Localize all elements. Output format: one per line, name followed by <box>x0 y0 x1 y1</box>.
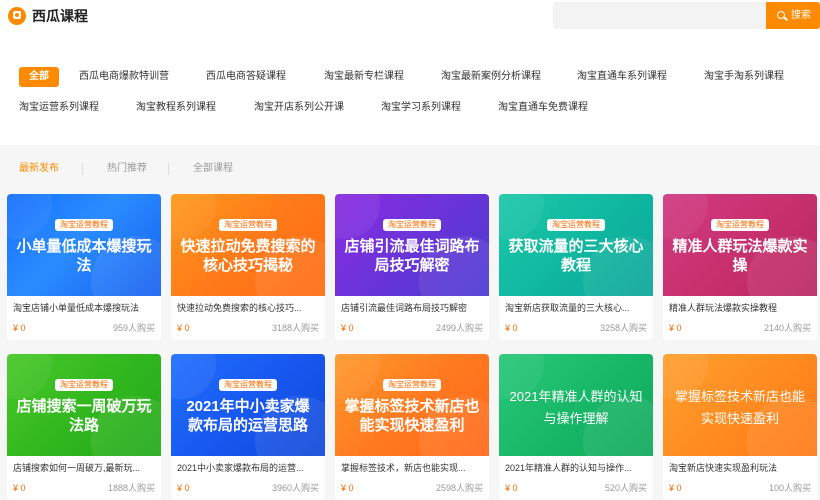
course-thumbnail: 淘宝运营教程 店铺搜索一周破万玩法路 <box>7 354 161 486</box>
course-buyers: 959人购买 <box>112 323 155 333</box>
tab-all-courses[interactable]: 全部课程 <box>193 158 233 180</box>
category-item[interactable]: 淘宝最新专栏课程 <box>324 67 404 87</box>
course-card[interactable]: 淘宝运营教程 快速拉动免费搜索的核心技巧揭秘 快速拉动免费搜索的核心技巧... … <box>171 194 325 340</box>
tab-divider <box>168 163 169 175</box>
course-buyers: 2140人购买 <box>763 323 811 333</box>
category-item[interactable]: 淘宝开店系列公开课 <box>254 98 344 118</box>
course-title[interactable]: 掌握标签技术，新店也能实现... <box>341 462 485 474</box>
course-buyers: 520人购买 <box>604 483 647 493</box>
course-tag: 淘宝运营教程 <box>711 219 769 231</box>
search-button-label: 搜索 <box>791 10 811 21</box>
category-item[interactable]: 淘宝直通车系列课程 <box>577 67 667 87</box>
course-tag: 淘宝运营教程 <box>219 219 277 231</box>
course-thumbnail: 淘宝运营教程 2021年中小卖家爆款布局的运营思路 <box>171 354 325 486</box>
tab-popular[interactable]: 热门推荐 <box>107 158 147 180</box>
course-thumb-title: 快速拉动免费搜索的核心技巧揭秘 <box>180 238 316 274</box>
course-card[interactable]: 2021年精准人群的认知与操作理解 2021年精准人群的认知与操作... ¥ 0… <box>499 354 653 500</box>
course-thumb-title: 店铺搜索一周破万玩法路 <box>16 398 152 434</box>
category-item[interactable]: 淘宝学习系列课程 <box>381 98 461 118</box>
course-price: ¥ 0 <box>505 483 518 493</box>
course-card[interactable]: 淘宝运营教程 掌握标签技术新店也能实现快速盈利 掌握标签技术，新店也能实现...… <box>335 354 489 500</box>
category-item[interactable]: 淘宝直通车免费课程 <box>498 98 588 118</box>
course-tag: 淘宝运营教程 <box>219 379 277 391</box>
course-thumb-title: 掌握标签技术新店也能实现快速盈利 <box>344 398 480 434</box>
course-thumbnail: 淘宝运营教程 店铺引流最佳词路布局技巧解密 <box>335 194 489 326</box>
course-title[interactable]: 淘宝新店快速实现盈利玩法 <box>669 462 813 474</box>
category-item[interactable]: 西瓜电商答疑课程 <box>206 67 286 87</box>
course-price: ¥ 0 <box>341 483 354 493</box>
course-title[interactable]: 店铺搜索如何一周破万,最新玩... <box>13 462 157 474</box>
course-thumbnail: 淘宝运营教程 小单量低成本爆搜玩法 <box>7 194 161 326</box>
course-card[interactable]: 淘宝运营教程 精准人群玩法爆款实操 精准人群玩法爆款实操教程 ¥ 0 2140人… <box>663 194 817 340</box>
category-item[interactable]: 西瓜电商爆款特训营 <box>79 67 169 87</box>
course-thumb-title: 小单量低成本爆搜玩法 <box>16 238 152 274</box>
course-thumbnail: 淘宝运营教程 精准人群玩法爆款实操 <box>663 194 817 326</box>
course-price: ¥ 0 <box>177 483 190 493</box>
course-price: ¥ 0 <box>505 323 518 333</box>
course-tag: 淘宝运营教程 <box>547 219 605 231</box>
course-thumb-title: 精准人群玩法爆款实操 <box>672 238 808 274</box>
course-title[interactable]: 快速拉动免费搜索的核心技巧... <box>177 302 321 314</box>
category-item[interactable]: 淘宝教程系列课程 <box>136 98 216 118</box>
course-card[interactable]: 淘宝运营教程 店铺引流最佳词路布局技巧解密 店铺引流最佳词路布局技巧解密 ¥ 0… <box>335 194 489 340</box>
course-thumb-title: 掌握标签技术新店也能实现快速盈利 <box>674 389 805 426</box>
course-price: ¥ 0 <box>669 323 682 333</box>
course-tag: 淘宝运营教程 <box>383 219 441 231</box>
course-buyers: 1888人购买 <box>107 483 155 493</box>
course-tag: 淘宝运营教程 <box>383 379 441 391</box>
course-tag: 淘宝运营教程 <box>55 219 113 231</box>
sort-tabs: 最新发布 热门推荐 全部课程 <box>0 158 820 180</box>
site-logo-text[interactable]: 西瓜课程 <box>32 7 88 25</box>
course-title[interactable]: 2021中小卖家爆款布局的运营... <box>177 462 321 474</box>
category-item[interactable]: 淘宝运营系列课程 <box>19 98 99 118</box>
course-card[interactable]: 淘宝运营教程 店铺搜索一周破万玩法路 店铺搜索如何一周破万,最新玩... ¥ 0… <box>7 354 161 500</box>
category-item[interactable]: 淘宝最新案例分析课程 <box>441 67 541 87</box>
course-buyers: 100人购买 <box>768 483 811 493</box>
course-thumb-title: 2021年精准人群的认知与操作理解 <box>509 389 643 426</box>
course-thumb-title: 店铺引流最佳词路布局技巧解密 <box>344 238 480 274</box>
course-price: ¥ 0 <box>341 323 354 333</box>
course-card[interactable]: 淘宝运营教程 获取流量的三大核心教程 淘宝新店获取流量的三大核心... ¥ 0 … <box>499 194 653 340</box>
course-card[interactable]: 淘宝运营教程 2021年中小卖家爆款布局的运营思路 2021中小卖家爆款布局的运… <box>171 354 325 500</box>
course-thumbnail: 淘宝运营教程 获取流量的三大核心教程 <box>499 194 653 326</box>
course-buyers: 2598人购买 <box>435 483 483 493</box>
course-price: ¥ 0 <box>669 483 682 493</box>
course-thumbnail: 掌握标签技术新店也能实现快速盈利 <box>663 354 817 486</box>
search-input[interactable] <box>553 2 766 29</box>
course-thumb-title: 获取流量的三大核心教程 <box>508 238 644 274</box>
course-price: ¥ 0 <box>177 323 190 333</box>
course-thumbnail: 淘宝运营教程 快速拉动免费搜索的核心技巧揭秘 <box>171 194 325 326</box>
category-filter: 全部 西瓜电商爆款特训营 西瓜电商答疑课程 淘宝最新专栏课程 淘宝最新案例分析课… <box>0 32 820 145</box>
course-card[interactable]: 掌握标签技术新店也能实现快速盈利 淘宝新店快速实现盈利玩法 ¥ 0 100人购买 <box>663 354 817 500</box>
course-thumbnail: 2021年精准人群的认知与操作理解 <box>499 354 653 486</box>
course-buyers: 3258人购买 <box>599 323 647 333</box>
tab-latest[interactable]: 最新发布 <box>19 158 59 180</box>
course-title[interactable]: 店铺引流最佳词路布局技巧解密 <box>341 302 485 314</box>
course-title[interactable]: 2021年精准人群的认知与操作... <box>505 462 649 474</box>
course-card[interactable]: 淘宝运营教程 小单量低成本爆搜玩法 淘宝店铺小单量低成本爆搜玩法 ¥ 0 959… <box>7 194 161 340</box>
category-item[interactable]: 淘宝手淘系列课程 <box>704 67 784 87</box>
course-thumb-title: 2021年中小卖家爆款布局的运营思路 <box>186 398 310 434</box>
course-buyers: 2499人购买 <box>435 323 483 333</box>
course-title[interactable]: 淘宝店铺小单量低成本爆搜玩法 <box>13 302 157 314</box>
category-all[interactable]: 全部 <box>19 67 59 87</box>
logo-icon <box>8 7 26 25</box>
course-thumbnail: 淘宝运营教程 掌握标签技术新店也能实现快速盈利 <box>335 354 489 486</box>
course-tag: 淘宝运营教程 <box>55 379 113 391</box>
course-title[interactable]: 精准人群玩法爆款实操教程 <box>669 302 813 314</box>
search-icon <box>777 11 785 19</box>
course-price: ¥ 0 <box>13 323 26 333</box>
course-title[interactable]: 淘宝新店获取流量的三大核心... <box>505 302 649 314</box>
course-buyers: 3188人购买 <box>271 323 319 333</box>
top-header: 西瓜课程 搜索 <box>0 0 820 32</box>
course-buyers: 3960人购买 <box>271 483 319 493</box>
course-price: ¥ 0 <box>13 483 26 493</box>
search-button[interactable]: 搜索 <box>766 2 820 29</box>
tab-divider <box>82 163 83 175</box>
